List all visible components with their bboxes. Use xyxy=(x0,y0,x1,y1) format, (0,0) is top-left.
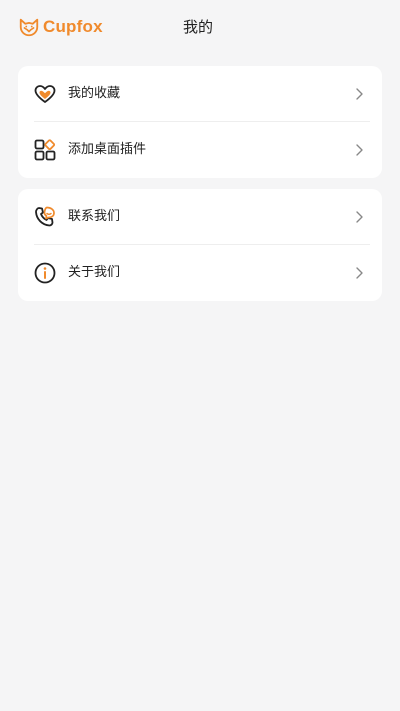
menu-item-label: 关于我们 xyxy=(68,265,121,280)
chevron-right-icon xyxy=(356,267,363,279)
menu-item-add-widget[interactable]: 添加桌面插件 xyxy=(18,122,382,178)
logo-text: Cupfox xyxy=(43,17,103,36)
page-title: 我的 xyxy=(183,18,214,36)
profile-screen: Cupfox 我的 我的收藏 添加桌面插件 联系我们 关于我们 xyxy=(0,0,400,711)
menu-item-favorites[interactable]: 我的收藏 xyxy=(18,66,382,122)
chevron-right-icon xyxy=(356,211,363,223)
widgets-grid-icon xyxy=(34,139,56,161)
menu-item-about-us[interactable]: 关于我们 xyxy=(18,245,382,301)
app-header: Cupfox 我的 xyxy=(0,0,400,56)
app-logo[interactable]: Cupfox xyxy=(18,15,103,39)
chevron-right-icon xyxy=(356,144,363,156)
heart-icon xyxy=(34,85,56,103)
menu-item-label: 联系我们 xyxy=(68,209,121,224)
fox-logo-icon xyxy=(19,18,39,37)
menu-item-label: 添加桌面插件 xyxy=(68,142,147,157)
phone-chat-icon xyxy=(35,206,55,227)
settings-group-1: 我的收藏 添加桌面插件 xyxy=(18,66,382,178)
settings-group-2: 联系我们 关于我们 xyxy=(18,189,382,301)
info-icon xyxy=(34,262,56,284)
chevron-right-icon xyxy=(356,88,363,100)
menu-item-contact-us[interactable]: 联系我们 xyxy=(18,189,382,245)
menu-item-label: 我的收藏 xyxy=(68,86,121,101)
